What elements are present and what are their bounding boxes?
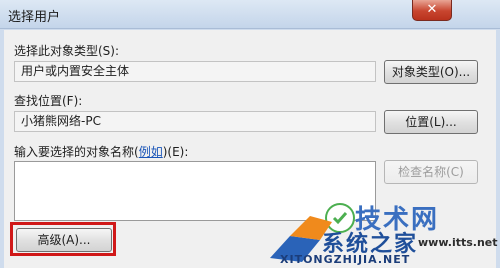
locations-button[interactable]: 位置(L)...	[384, 110, 478, 134]
location-field: 小猪熊网络-PC	[14, 111, 376, 132]
object-type-field: 用户或内置安全主体	[14, 61, 376, 82]
title-bar: 选择用户 ✕	[0, 0, 500, 29]
location-label: 查找位置(F):	[14, 94, 83, 108]
check-names-button[interactable]: 检查名称(C)	[384, 160, 478, 184]
object-type-label: 选择此对象类型(S):	[14, 44, 120, 58]
watermark-url: www.itts.net	[418, 236, 498, 249]
object-names-label-prefix: 输入要选择的对象名称(	[14, 145, 139, 159]
object-names-label: 输入要选择的对象名称(例如)(E):	[14, 143, 188, 160]
watermark-footer: XITONGZHIJIA.NET	[280, 253, 411, 266]
close-icon: ✕	[426, 2, 438, 17]
object-types-button[interactable]: 对象类型(O)...	[384, 60, 478, 84]
object-names-label-suffix: )(E):	[162, 145, 189, 159]
close-button[interactable]: ✕	[412, 0, 452, 21]
examples-link[interactable]: 例如	[139, 145, 163, 159]
highlight-box	[10, 222, 116, 256]
window-title: 选择用户	[8, 10, 61, 25]
